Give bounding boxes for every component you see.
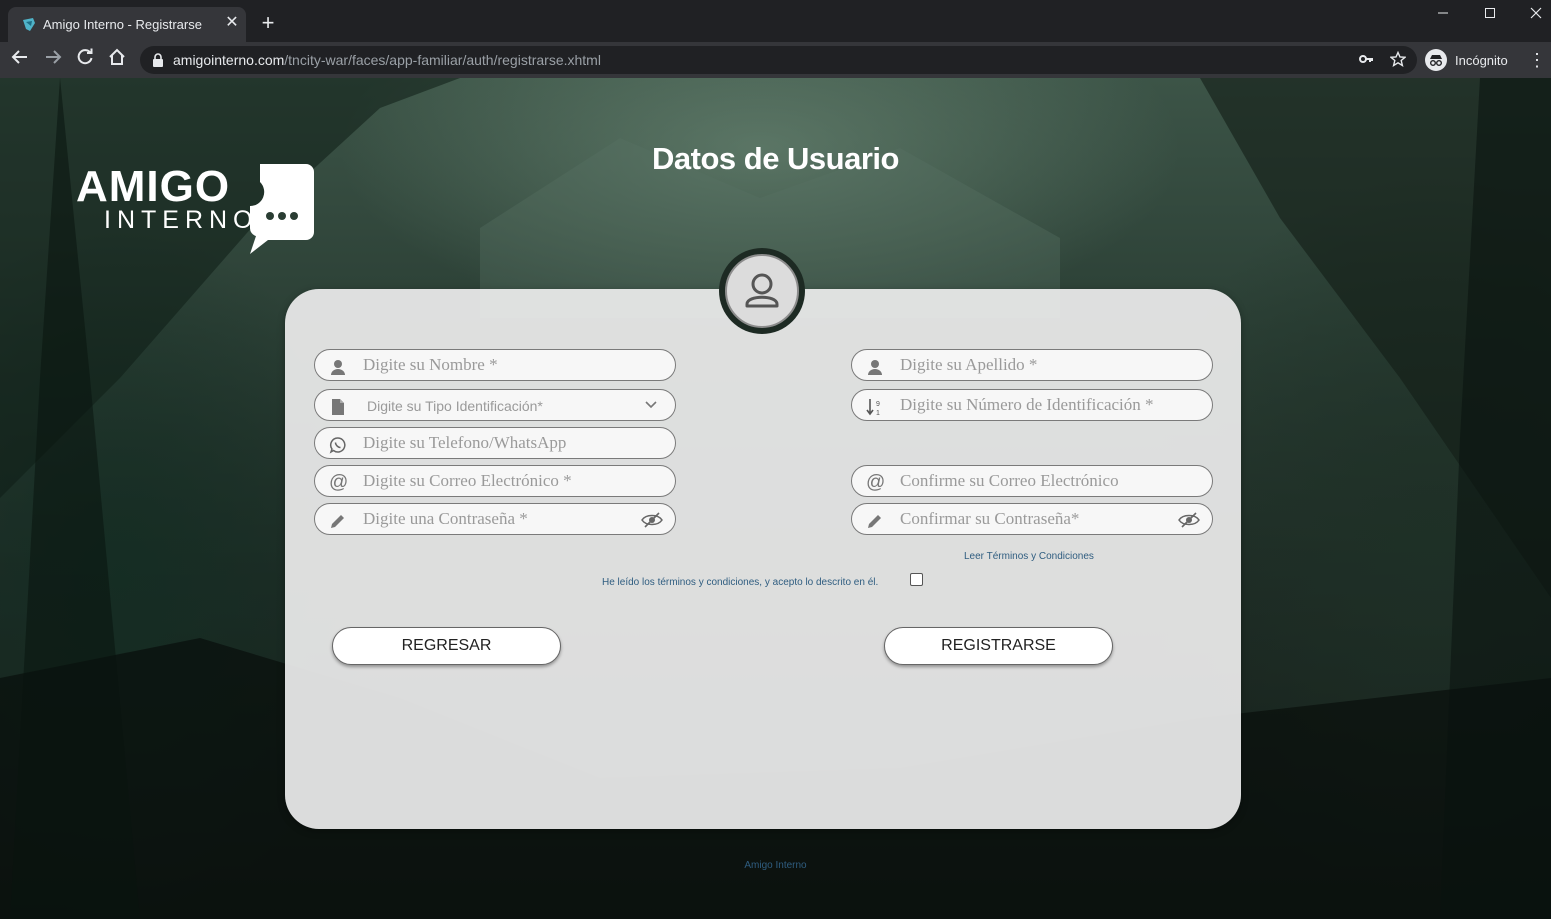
incognito-indicator[interactable]: Incógnito <box>1425 47 1508 73</box>
browser-menu-icon[interactable]: ⋮ <box>1528 48 1546 72</box>
tipo-identificacion-value: Digite su Tipo Identificación* <box>367 398 543 414</box>
bookmark-star-icon[interactable] <box>1389 50 1407 69</box>
contrasena-field[interactable] <box>314 503 676 535</box>
eye-slash-icon[interactable] <box>641 511 663 529</box>
whatsapp-icon <box>329 437 346 454</box>
correo-input[interactable] <box>363 466 635 496</box>
confirmar-contrasena-field[interactable] <box>851 503 1213 535</box>
site-favicon-icon <box>23 18 35 31</box>
browser-toolbar: amigointerno.com/tncity-war/faces/app-fa… <box>0 42 1551 78</box>
lock-icon <box>153 53 163 67</box>
user-icon <box>868 360 882 375</box>
registration-card: Digite su Tipo Identificación* 91 @ @ <box>285 289 1241 829</box>
contrasena-input[interactable] <box>363 504 635 534</box>
registrarse-button[interactable]: REGISTRARSE <box>884 627 1113 665</box>
eye-slash-icon[interactable] <box>1178 511 1200 529</box>
chat-bubble-icon <box>249 164 314 254</box>
profile-avatar <box>719 248 805 334</box>
url-host: amigointerno.com <box>173 52 285 68</box>
page-viewport: Datos de Usuario AMIGO INTERNO Digite su… <box>0 78 1551 919</box>
confirmar-contrasena-input[interactable] <box>900 504 1172 534</box>
terms-checkbox[interactable] <box>910 573 923 586</box>
logo-text-amigo: AMIGO <box>76 162 231 211</box>
confirmar-correo-field[interactable]: @ <box>851 465 1213 497</box>
numero-identificacion-field[interactable]: 91 <box>851 389 1213 421</box>
home-icon[interactable] <box>105 48 129 72</box>
tipo-identificacion-select[interactable]: Digite su Tipo Identificación* <box>314 389 676 421</box>
correo-field[interactable]: @ <box>314 465 676 497</box>
forward-arrow-icon[interactable] <box>41 48 65 72</box>
document-icon <box>332 399 344 415</box>
close-tab-icon[interactable]: ✕ <box>223 14 241 32</box>
svg-text:9: 9 <box>876 401 880 408</box>
telefono-field[interactable] <box>314 427 676 459</box>
apellido-field[interactable] <box>851 349 1213 381</box>
nombre-field[interactable] <box>314 349 676 381</box>
apellido-input[interactable] <box>900 350 1172 380</box>
browser-tab-bar: Amigo Interno - Registrarse ✕ + <box>0 0 1551 42</box>
url-text: amigointerno.com/tncity-war/faces/app-fa… <box>173 52 601 68</box>
amigo-interno-logo[interactable]: AMIGO INTERNO <box>76 162 316 256</box>
back-arrow-icon[interactable] <box>8 48 32 72</box>
logo-text-interno: INTERNO <box>104 206 259 234</box>
close-window-icon[interactable] <box>1522 4 1550 26</box>
minimize-icon[interactable] <box>1429 4 1457 26</box>
user-outline-icon <box>745 273 779 308</box>
reload-icon[interactable] <box>73 48 97 72</box>
at-sign-icon: @ <box>329 472 349 493</box>
footer-text: Amigo Interno <box>744 860 807 871</box>
chevron-down-icon <box>645 401 657 409</box>
incognito-icon <box>1425 49 1447 71</box>
pencil-icon <box>331 515 344 528</box>
nombre-input[interactable] <box>363 350 635 380</box>
maximize-icon[interactable] <box>1476 4 1504 26</box>
terms-link[interactable]: Leer Términos y Condiciones <box>964 551 1094 562</box>
address-bar[interactable]: amigointerno.com/tncity-war/faces/app-fa… <box>140 46 1417 74</box>
confirmar-correo-input[interactable] <box>900 466 1172 496</box>
terms-accept-label: He leído los términos y condiciones, y a… <box>602 577 879 588</box>
at-sign-icon: @ <box>866 472 886 493</box>
key-icon[interactable] <box>1357 51 1375 69</box>
url-path: /tncity-war/faces/app-familiar/auth/regi… <box>284 52 601 68</box>
tab-title: Amigo Interno - Registrarse <box>43 17 202 32</box>
new-tab-button[interactable]: + <box>258 12 278 34</box>
browser-tab[interactable]: Amigo Interno - Registrarse ✕ <box>8 7 246 42</box>
user-icon <box>331 360 345 375</box>
regresar-button[interactable]: REGRESAR <box>332 627 561 665</box>
telefono-input[interactable] <box>363 428 635 458</box>
svg-text:1: 1 <box>876 410 880 416</box>
sort-numeric-icon: 91 <box>866 399 880 416</box>
incognito-label: Incógnito <box>1455 52 1508 68</box>
pencil-icon <box>868 515 881 528</box>
avatar-circle <box>725 254 799 328</box>
numero-identificacion-input[interactable] <box>900 390 1172 420</box>
